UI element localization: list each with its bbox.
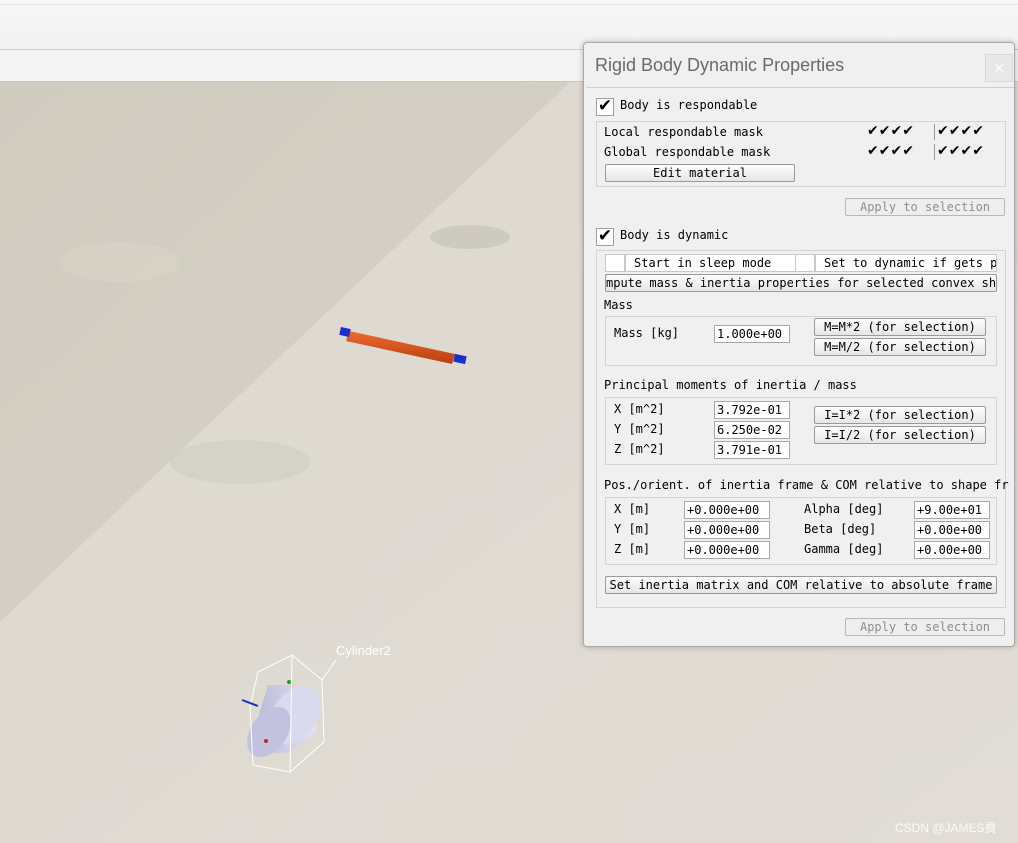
close-button[interactable]: ×: [985, 54, 1013, 82]
inertia-times2-button[interactable]: I=I*2 (for selection): [814, 406, 986, 424]
pos-group: X [m] Y [m] Z [m] +0.000e+00 +0.000e+00 …: [605, 497, 997, 565]
pos-x-field[interactable]: +0.000e+00: [684, 501, 770, 519]
pos-y-field[interactable]: +0.000e+00: [684, 521, 770, 539]
toolbar-divider: [0, 4, 1018, 5]
respondable-checkbox[interactable]: ✔: [596, 98, 614, 116]
watermark: CSDN @JAMES费: [895, 821, 997, 835]
inertia-section-label: Principal moments of inertia / mass: [604, 378, 857, 392]
floor-texture: [170, 440, 310, 484]
mass-field[interactable]: 1.000e+00: [714, 325, 790, 343]
pos-section-label: Pos./orient. of inertia frame & COM rela…: [604, 478, 1009, 492]
pos-x-label: X [m]: [614, 502, 651, 516]
apply-respondable-button[interactable]: Apply to selection: [845, 198, 1005, 216]
floor-texture: [430, 225, 510, 249]
dialog-title: Rigid Body Dynamic Properties: [595, 55, 845, 75]
dynamic-label: Body is dynamic: [620, 228, 729, 242]
inertia-group: X [m^2] Y [m^2] Z [m^2] 3.792e-01 6.250e…: [605, 397, 997, 465]
pos-z-field[interactable]: +0.000e+00: [684, 541, 770, 559]
inertia-y-label: Y [m^2]: [614, 422, 665, 436]
beta-field[interactable]: +0.00e+00: [914, 521, 990, 539]
inertia-y-field[interactable]: 6.250e-02: [714, 421, 790, 439]
floor-texture: [60, 242, 180, 282]
global-mask-checks-a[interactable]: ✔✔✔✔: [867, 143, 914, 159]
inertia-x-field[interactable]: 3.792e-01: [714, 401, 790, 419]
set-inertia-frame-button[interactable]: Set inertia matrix and COM relative to a…: [605, 576, 997, 594]
mask-divider: [934, 144, 935, 160]
gamma-label: Gamma [deg]: [804, 542, 884, 556]
alpha-label: Alpha [deg]: [804, 502, 884, 516]
mass-label: Mass [kg]: [614, 326, 680, 340]
pos-z-label: Z [m]: [614, 542, 651, 556]
set-dynamic-checkbox[interactable]: [795, 254, 815, 272]
pos-y-label: Y [m]: [614, 522, 651, 536]
local-mask-checks-a[interactable]: ✔✔✔✔: [867, 123, 914, 139]
local-mask-checks-b[interactable]: ✔✔✔✔: [937, 123, 984, 139]
set-dynamic-label[interactable]: Set to dynamic if gets par: [815, 254, 997, 272]
dynamic-group: Start in sleep mode Set to dynamic if ge…: [596, 250, 1009, 608]
sleep-mode-label[interactable]: Start in sleep mode: [625, 254, 797, 272]
inertia-z-field[interactable]: 3.791e-01: [714, 441, 790, 459]
dynamic-checkbox[interactable]: ✔: [596, 228, 614, 246]
object-label: Cylinder2: [336, 643, 391, 658]
title-divider: [586, 87, 1014, 88]
respondable-label: Body is respondable: [620, 98, 758, 112]
mass-group: Mass [kg] 1.000e+00 M=M*2 (for selection…: [605, 316, 997, 366]
inertia-z-label: Z [m^2]: [614, 442, 665, 456]
global-mask-label: Global respondable mask: [604, 145, 771, 159]
local-mask-label: Local respondable mask: [604, 125, 763, 139]
compute-mass-button[interactable]: mpute mass & inertia properties for sele…: [605, 274, 997, 292]
gamma-field[interactable]: +0.00e+00: [914, 541, 990, 559]
apply-dynamic-button[interactable]: Apply to selection: [845, 618, 1005, 636]
respondable-group: Local respondable mask Global respondabl…: [596, 121, 1006, 187]
mass-div2-button[interactable]: M=M/2 (for selection): [814, 338, 986, 356]
sleep-mode-checkbox[interactable]: [605, 254, 625, 272]
beta-label: Beta [deg]: [804, 522, 877, 536]
inertia-div2-button[interactable]: I=I/2 (for selection): [814, 426, 986, 444]
inertia-x-label: X [m^2]: [614, 402, 665, 416]
global-mask-checks-b[interactable]: ✔✔✔✔: [937, 143, 984, 159]
mask-divider: [934, 124, 935, 140]
edit-material-button[interactable]: Edit material: [605, 164, 795, 182]
rigid-body-dialog: Rigid Body Dynamic Properties × ✔ Body i…: [583, 42, 1015, 647]
mass-section-label: Mass: [604, 298, 633, 312]
alpha-field[interactable]: +9.00e+01: [914, 501, 990, 519]
mass-times2-button[interactable]: M=M*2 (for selection): [814, 318, 986, 336]
